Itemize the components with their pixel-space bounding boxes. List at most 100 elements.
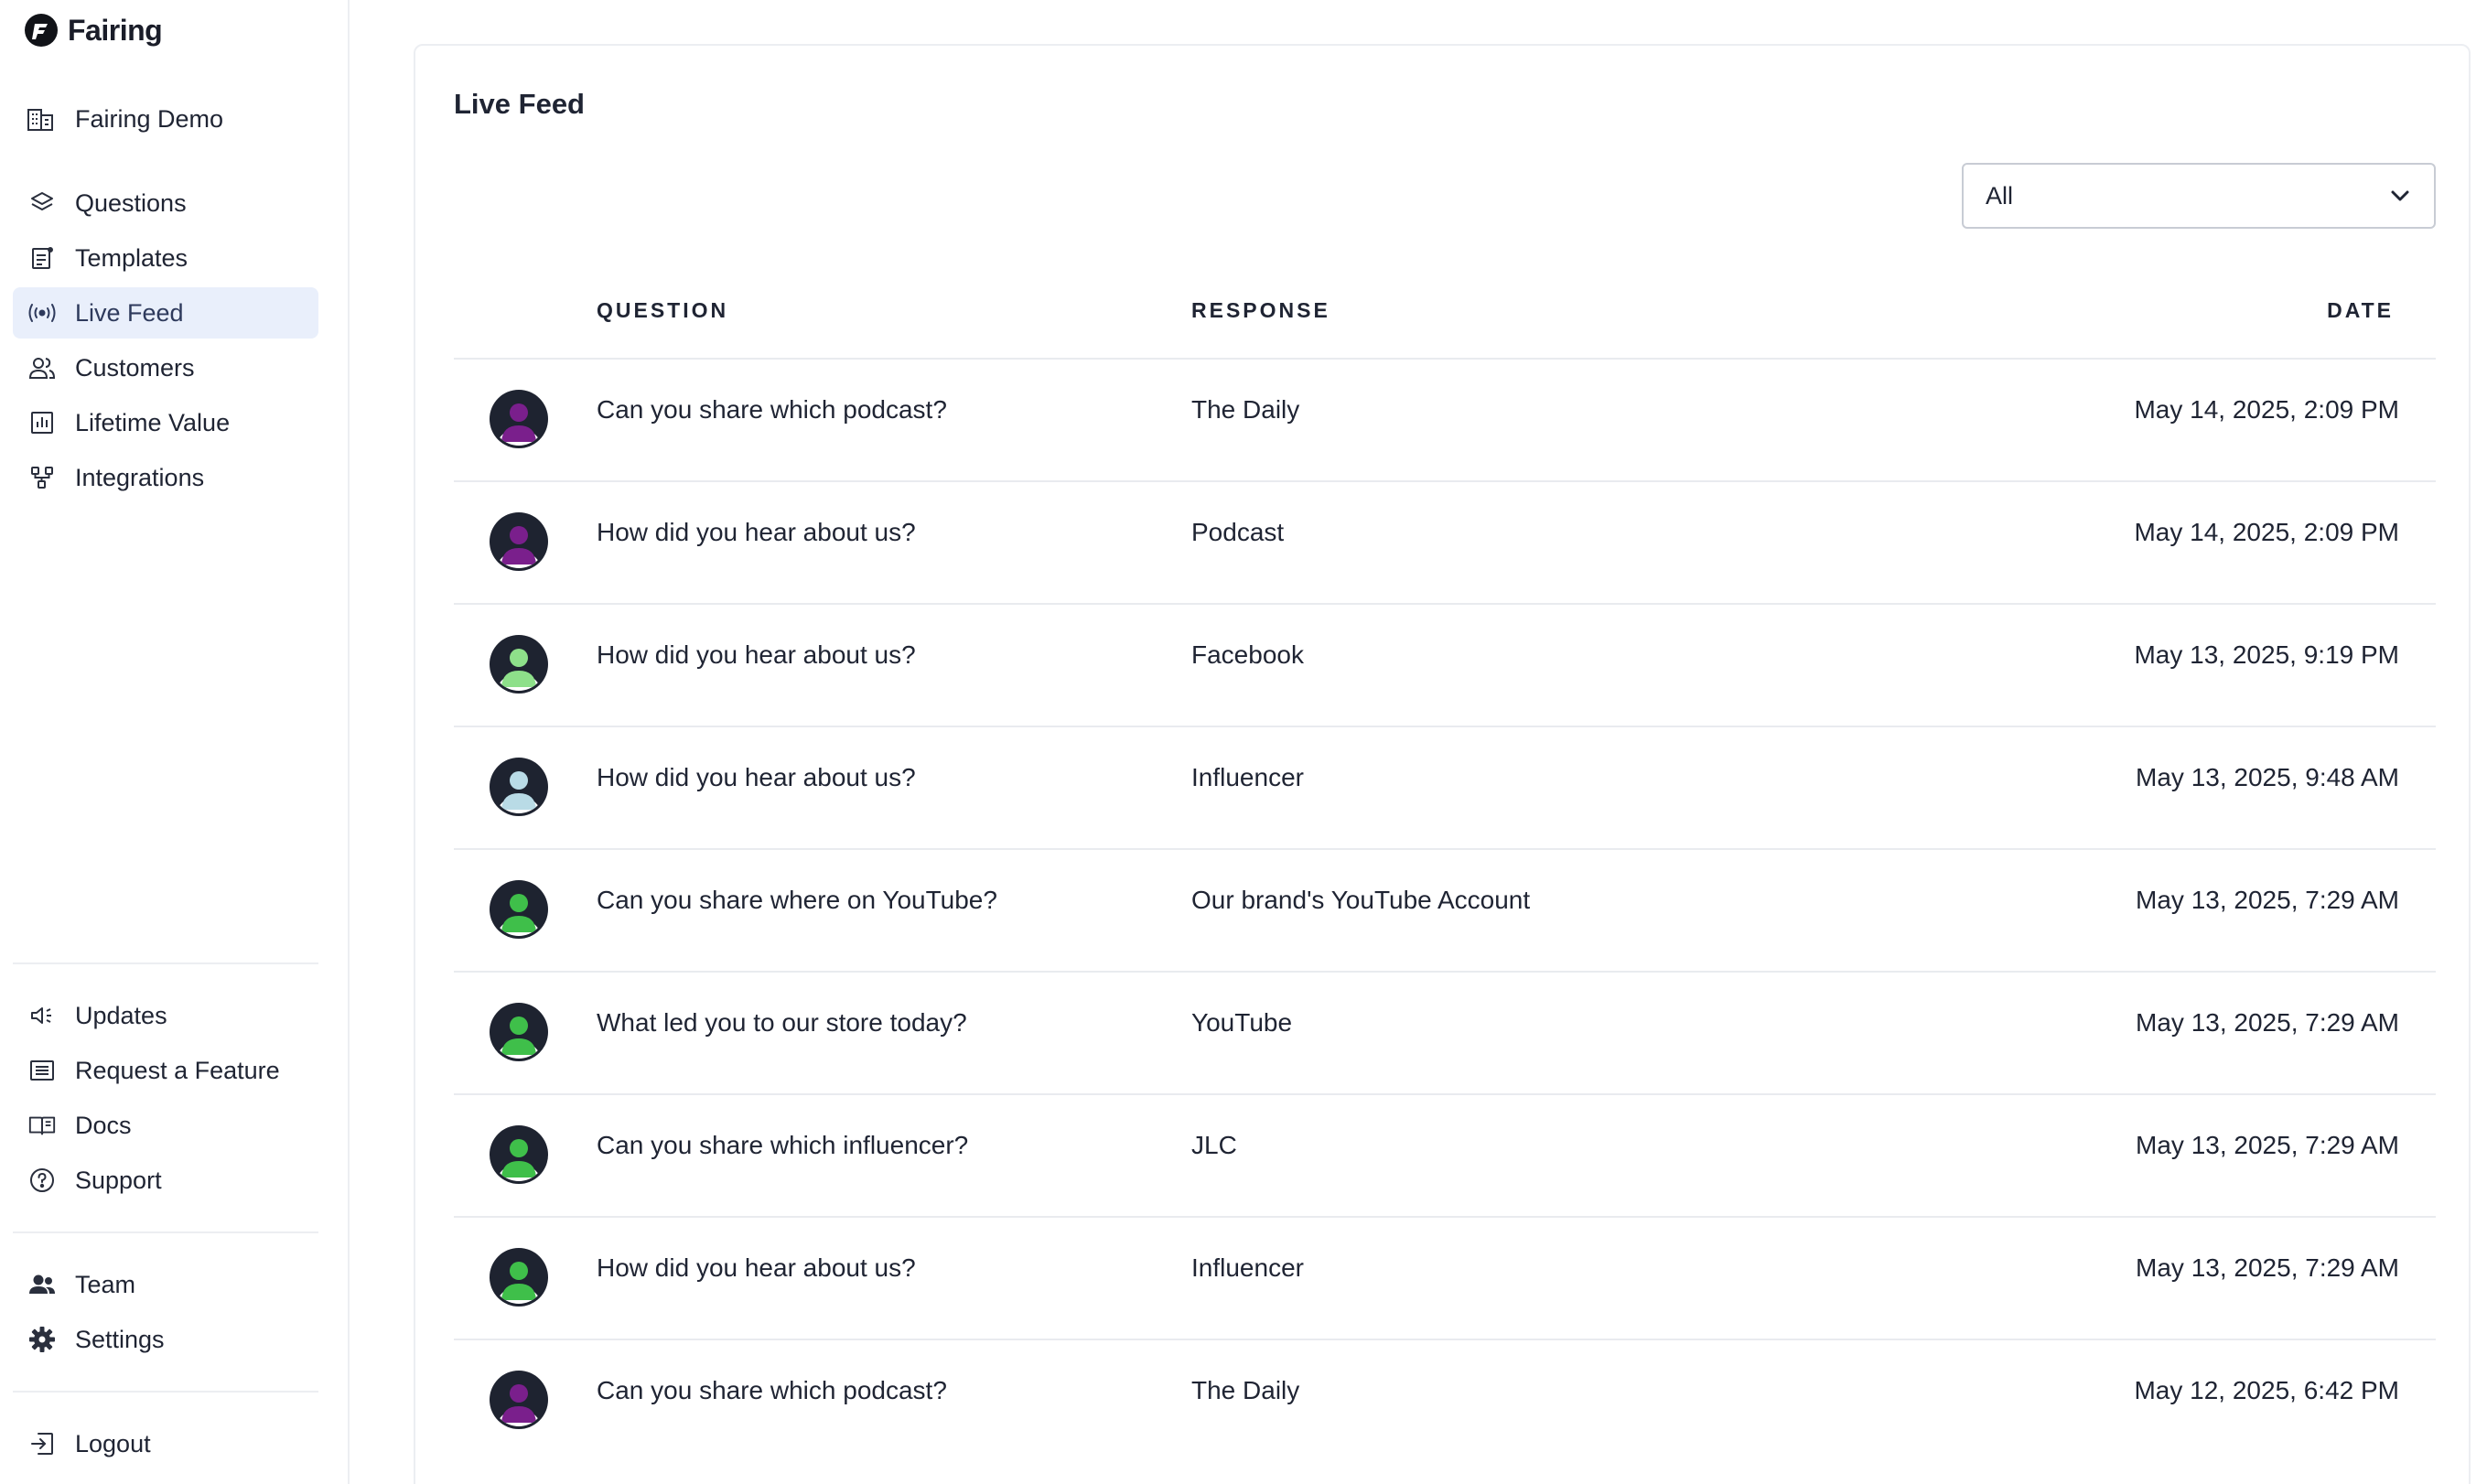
response-cell: Facebook <box>1191 640 1304 669</box>
question-cell: How did you hear about us? <box>597 518 916 546</box>
fairing-logo-icon <box>25 14 58 47</box>
avatar <box>490 1371 548 1429</box>
avatar <box>490 1125 548 1184</box>
response-cell: JLC <box>1191 1131 1237 1159</box>
sidebar-item-label: Settings <box>75 1325 165 1353</box>
date-cell: May 12, 2025, 6:42 PM <box>2134 1376 2399 1404</box>
sidebar-item-label: Support <box>75 1166 162 1194</box>
avatar <box>490 635 548 694</box>
bar-chart-icon <box>27 408 57 437</box>
table-row[interactable]: How did you hear about us? Influencer Ma… <box>454 726 2436 848</box>
column-header-question: QUESTION <box>597 298 729 322</box>
sidebar-item-support[interactable]: Support <box>13 1155 318 1206</box>
team-icon <box>27 1270 57 1299</box>
question-cell: Can you share which podcast? <box>597 1376 947 1404</box>
building-icon <box>27 109 53 131</box>
sidebar-item-label: Integrations <box>75 463 205 491</box>
template-icon <box>27 243 57 273</box>
response-cell: The Daily <box>1191 1376 1300 1404</box>
date-cell: May 13, 2025, 7:29 AM <box>2136 1131 2399 1159</box>
megaphone-icon <box>27 1001 57 1030</box>
sidebar-divider <box>13 962 318 964</box>
response-cell: Podcast <box>1191 518 1285 546</box>
sidebar-item-customers[interactable]: Customers <box>13 342 318 393</box>
question-cell: Can you share which influencer? <box>597 1131 969 1159</box>
table-row[interactable]: How did you hear about us? Influencer Ma… <box>454 1216 2436 1339</box>
sidebar-item-updates[interactable]: Updates <box>13 990 318 1041</box>
sidebar-item-label: Team <box>75 1270 136 1298</box>
sidebar-item-label: Questions <box>75 188 187 217</box>
sidebar-item-label: Lifetime Value <box>75 408 231 436</box>
app-logo[interactable]: Fairing <box>24 13 163 48</box>
sidebar-item-label: Request a Feature <box>75 1056 280 1084</box>
response-cell: YouTube <box>1191 1008 1293 1037</box>
date-cell: May 13, 2025, 9:48 AM <box>2136 763 2399 791</box>
sidebar-item-label: Logout <box>75 1429 151 1457</box>
sidebar-divider <box>13 1231 318 1233</box>
sidebar-item-label: Updates <box>75 1001 167 1029</box>
chevron-down-icon <box>2391 190 2409 201</box>
gear-icon <box>27 1325 57 1354</box>
table-row[interactable]: Can you share which podcast? The Daily M… <box>454 1339 2436 1461</box>
live-feed-card: Live Feed All QUESTION RESPONSE DATE Can… <box>414 44 2471 1484</box>
sidebar-item-label: Templates <box>75 243 188 272</box>
date-cell: May 13, 2025, 9:19 PM <box>2134 640 2399 669</box>
workspace-switcher[interactable]: Fairing Demo <box>26 104 223 134</box>
avatar <box>490 1248 548 1307</box>
response-cell: Influencer <box>1191 763 1304 791</box>
response-cell: Influencer <box>1191 1253 1304 1282</box>
table-row[interactable]: How did you hear about us? Podcast May 1… <box>454 480 2436 603</box>
sidebar-item-label: Docs <box>75 1111 132 1139</box>
broadcast-icon <box>27 298 57 328</box>
table-row[interactable]: Can you share where on YouTube? Our bran… <box>454 848 2436 971</box>
question-cell: Can you share where on YouTube? <box>597 886 997 914</box>
app-name: Fairing <box>68 13 163 47</box>
table-row[interactable]: Can you share which podcast? The Daily M… <box>454 358 2436 480</box>
question-cell: What led you to our store today? <box>597 1008 967 1037</box>
sidebar-item-templates[interactable]: Templates <box>13 232 318 284</box>
sidebar-item-logout[interactable]: Logout <box>13 1418 318 1469</box>
sidebar-item-team[interactable]: Team <box>13 1259 318 1310</box>
avatar <box>490 1003 548 1061</box>
column-header-date: DATE <box>2327 298 2394 322</box>
response-cell: Our brand's YouTube Account <box>1191 886 1531 914</box>
list-icon <box>27 1056 57 1085</box>
date-cell: May 13, 2025, 7:29 AM <box>2136 1008 2399 1037</box>
layers-icon <box>27 188 57 218</box>
workspace-name: Fairing Demo <box>75 104 224 133</box>
sidebar-item-request-feature[interactable]: Request a Feature <box>13 1045 318 1096</box>
question-cell: How did you hear about us? <box>597 763 916 791</box>
date-cell: May 13, 2025, 7:29 AM <box>2136 1253 2399 1282</box>
date-cell: May 13, 2025, 7:29 AM <box>2136 886 2399 914</box>
table-row[interactable]: What led you to our store today? YouTube… <box>454 971 2436 1093</box>
question-cell: How did you hear about us? <box>597 1253 916 1282</box>
sidebar-item-settings[interactable]: Settings <box>13 1314 318 1365</box>
question-cell: Can you share which podcast? <box>597 395 947 424</box>
sidebar-item-label: Live Feed <box>75 298 184 327</box>
question-cell: How did you hear about us? <box>597 640 916 669</box>
logout-icon <box>27 1429 57 1458</box>
avatar <box>490 880 548 939</box>
integrations-icon <box>27 463 57 492</box>
sidebar-divider <box>13 1391 318 1393</box>
date-cell: May 14, 2025, 2:09 PM <box>2134 518 2399 546</box>
book-icon <box>27 1111 57 1140</box>
avatar <box>490 390 548 448</box>
sidebar-item-docs[interactable]: Docs <box>13 1100 318 1151</box>
sidebar-item-label: Customers <box>75 353 195 382</box>
sidebar-item-integrations[interactable]: Integrations <box>13 452 318 503</box>
sidebar-item-questions[interactable]: Questions <box>13 177 318 229</box>
date-cell: May 14, 2025, 2:09 PM <box>2134 395 2399 424</box>
filter-select-value: All <box>1986 181 2014 210</box>
column-header-response: RESPONSE <box>1191 298 1330 322</box>
sidebar-item-lifetime-value[interactable]: Lifetime Value <box>13 397 318 448</box>
sidebar: Fairing Fairing Demo Questions Templates… <box>0 0 350 1484</box>
table-row[interactable]: How did you hear about us? Facebook May … <box>454 603 2436 726</box>
page-title: Live Feed <box>454 88 585 120</box>
users-icon <box>27 353 57 382</box>
avatar <box>490 758 548 816</box>
avatar <box>490 512 548 571</box>
sidebar-item-live-feed[interactable]: Live Feed <box>13 287 318 339</box>
filter-select[interactable]: All <box>1962 163 2436 229</box>
table-row[interactable]: Can you share which influencer? JLC May … <box>454 1093 2436 1216</box>
